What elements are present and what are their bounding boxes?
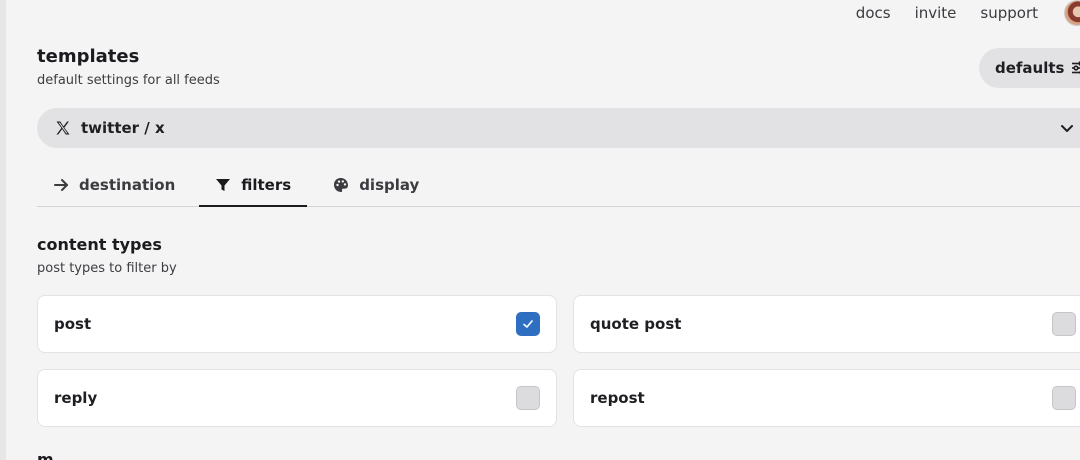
next-section-title: m bbox=[37, 450, 54, 460]
palette-icon bbox=[334, 178, 349, 192]
page-subtitle: default settings for all feeds bbox=[37, 73, 220, 88]
filter-icon bbox=[216, 179, 231, 191]
checkmark-icon bbox=[523, 320, 533, 328]
nav-invite-link[interactable]: invite bbox=[915, 4, 957, 22]
tab-display[interactable]: display bbox=[317, 164, 435, 206]
content-type-label: post bbox=[54, 315, 92, 333]
post-checkbox[interactable] bbox=[516, 312, 540, 336]
tab-destination-label: destination bbox=[79, 176, 176, 194]
content-type-card-quote-post[interactable]: quote post bbox=[573, 295, 1080, 353]
content-type-label: quote post bbox=[590, 315, 682, 333]
x-logo-icon bbox=[56, 121, 70, 135]
defaults-button[interactable]: defaults bbox=[979, 48, 1080, 88]
settings-tabs: destination filters display bbox=[37, 164, 1080, 207]
avatar[interactable] bbox=[1064, 0, 1080, 26]
quote-post-checkbox[interactable] bbox=[1052, 312, 1076, 336]
tab-display-label: display bbox=[359, 176, 420, 194]
tab-destination[interactable]: destination bbox=[37, 164, 191, 206]
tab-filters-label: filters bbox=[241, 176, 292, 194]
top-nav: docs invite support bbox=[832, 0, 1080, 26]
content-type-card-reply[interactable]: reply bbox=[37, 369, 557, 427]
defaults-button-label: defaults bbox=[995, 59, 1065, 77]
content-type-card-repost[interactable]: repost bbox=[573, 369, 1080, 427]
content-types-title: content types bbox=[37, 235, 162, 254]
content-types-subtitle: post types to filter by bbox=[37, 261, 177, 276]
page-title: templates bbox=[37, 46, 140, 67]
platform-select-value: twitter / x bbox=[81, 119, 165, 137]
content-type-label: repost bbox=[590, 389, 645, 407]
platform-select[interactable]: twitter / x bbox=[37, 108, 1080, 148]
left-rail bbox=[0, 0, 6, 460]
arrow-right-icon bbox=[54, 179, 68, 191]
repost-checkbox[interactable] bbox=[1052, 386, 1076, 410]
tab-filters[interactable]: filters bbox=[199, 164, 308, 207]
chevron-down-icon bbox=[1061, 125, 1073, 132]
sliders-icon bbox=[1072, 61, 1080, 74]
content-type-label: reply bbox=[54, 389, 98, 407]
nav-docs-link[interactable]: docs bbox=[856, 4, 891, 22]
nav-support-link[interactable]: support bbox=[980, 4, 1038, 22]
reply-checkbox[interactable] bbox=[516, 386, 540, 410]
content-type-card-post[interactable]: post bbox=[37, 295, 557, 353]
